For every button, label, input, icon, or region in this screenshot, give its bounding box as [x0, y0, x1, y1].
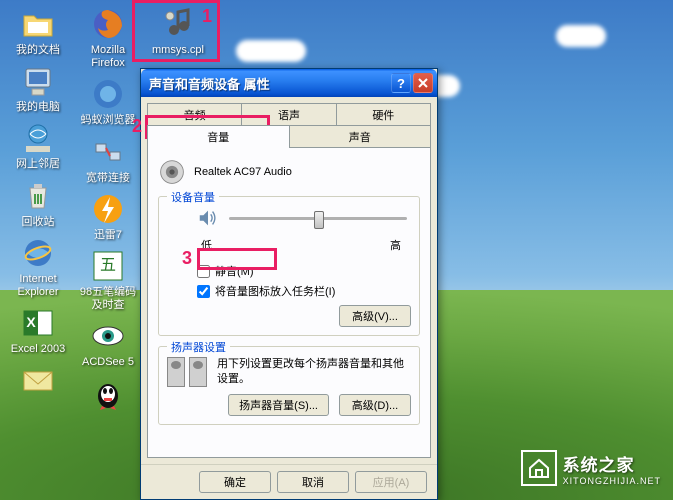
desktop-icon-broadband[interactable]: 宽带连接 [74, 132, 142, 187]
firefox-icon [90, 6, 126, 42]
volume-slider-thumb[interactable] [314, 211, 324, 229]
desktop-icon-mail[interactable] [4, 360, 72, 402]
ie-icon [20, 235, 56, 271]
slider-high-label: 高 [390, 237, 401, 253]
watermark-url: XITONGZHIJIA.NET [563, 476, 661, 486]
advanced-volume-button[interactable]: 高级(V)... [339, 305, 411, 327]
computer-icon [20, 63, 56, 99]
speaker-advanced-button[interactable]: 高级(D)... [339, 394, 411, 416]
speaker-device-icon [158, 158, 186, 186]
close-button[interactable] [413, 73, 433, 93]
device-volume-group: 设备音量 低 高 静音(M) 将音量图标放入任务栏(I) [158, 196, 420, 336]
desktop-icon-qq[interactable] [74, 374, 142, 416]
desktop-icon-firefox[interactable]: Mozilla Firefox [74, 4, 142, 72]
desktop-icon-excel[interactable]: X Excel 2003 [4, 303, 72, 358]
volume-icon [197, 207, 219, 229]
tab-硬件[interactable]: 硬件 [336, 103, 431, 126]
speaker-settings-group: 扬声器设置 用下列设置更改每个扬声器音量和其他设置。 扬声器音量(S)... 高… [158, 346, 420, 425]
taskbar-checkbox-row[interactable]: 将音量图标放入任务栏(I) [167, 283, 411, 299]
titlebar[interactable]: 声音和音频设备 属性 ? [141, 69, 437, 97]
watermark: 系统之家 XITONGZHIJIA.NET [521, 450, 661, 486]
wubi-icon: 五 [90, 248, 126, 284]
taskbar-label: 将音量图标放入任务栏(I) [215, 283, 335, 299]
dialog-title: 声音和音频设备 属性 [145, 74, 389, 93]
apply-button[interactable]: 应用(A) [355, 471, 427, 493]
network-icon [20, 120, 56, 156]
annotation-number-2: 2 [132, 116, 142, 137]
svg-text:X: X [26, 314, 36, 330]
watermark-text: 系统之家 [563, 451, 661, 476]
tab-声音[interactable]: 声音 [289, 125, 432, 148]
icon-label: 迅雷7 [94, 229, 122, 242]
group-title-volume: 设备音量 [167, 189, 219, 205]
tabs-row-front: 音量声音 [147, 125, 431, 148]
tab-语声[interactable]: 语声 [241, 103, 336, 126]
icon-label: 蚂蚁浏览器 [81, 114, 136, 127]
tab-音频[interactable]: 音频 [147, 103, 242, 126]
audio-device-name: Realtek AC97 Audio [194, 166, 292, 178]
icon-label: ACDSee 5 [82, 356, 134, 369]
dual-speaker-icon [167, 357, 207, 387]
desktop-icon-computer[interactable]: 我的电脑 [4, 61, 72, 116]
icon-label: Excel 2003 [11, 343, 65, 356]
icon-label: mmsys.cpl [152, 44, 204, 57]
icon-label: 回收站 [22, 216, 55, 229]
qq-icon [90, 376, 126, 412]
slider-low-label: 低 [201, 237, 212, 253]
mute-checkbox[interactable] [197, 265, 210, 278]
icon-label: 我的电脑 [16, 101, 60, 114]
mmsys-icon [160, 6, 196, 42]
acdsee-icon [90, 318, 126, 354]
speaker-volume-button[interactable]: 扬声器音量(S)... [228, 394, 329, 416]
tab-panel-volume: Realtek AC97 Audio 设备音量 低 高 静音(M) [147, 147, 431, 458]
icon-label: 宽带连接 [86, 172, 130, 185]
recycle-icon [20, 178, 56, 214]
desktop-icon-folder[interactable]: 我的文档 [4, 4, 72, 59]
folder-icon [20, 6, 56, 42]
group-title-speaker: 扬声器设置 [167, 339, 230, 355]
mail-icon [20, 362, 56, 398]
help-button[interactable]: ? [391, 73, 411, 93]
desktop-icon-recycle[interactable]: 回收站 [4, 176, 72, 231]
icon-label: Mozilla Firefox [76, 44, 140, 70]
broadband-icon [90, 134, 126, 170]
tab-音量[interactable]: 音量 [147, 125, 290, 148]
desktop-icon-acdsee[interactable]: ACDSee 5 [74, 316, 142, 371]
annotation-number-3: 3 [182, 248, 192, 269]
watermark-logo-icon [521, 450, 557, 486]
mute-label: 静音(M) [215, 263, 254, 279]
svg-text:五: 五 [100, 257, 116, 274]
icon-label: 我的文档 [16, 44, 60, 57]
desktop-icon-ie[interactable]: Internet Explorer [4, 233, 72, 301]
icon-label: Internet Explorer [6, 273, 70, 299]
ok-button[interactable]: 确定 [199, 471, 271, 493]
sound-properties-dialog: 声音和音频设备 属性 ? 音频语声硬件 音量声音 Realtek AC97 Au… [140, 68, 438, 500]
thunder-icon [90, 191, 126, 227]
tabs-row-back: 音频语声硬件 [147, 103, 431, 126]
annotation-number-1: 1 [202, 6, 212, 27]
desktop-icon-thunder[interactable]: 迅雷7 [74, 189, 142, 244]
volume-slider[interactable] [229, 217, 407, 220]
desktop-icon-network[interactable]: 网上邻居 [4, 118, 72, 173]
desktop-icon-wubi[interactable]: 五 98五笔编码及时查 [74, 246, 142, 314]
mute-checkbox-row[interactable]: 静音(M) [167, 263, 411, 279]
speaker-description: 用下列设置更改每个扬声器音量和其他设置。 [217, 357, 411, 388]
excel-icon: X [20, 305, 56, 341]
icon-label: 98五笔编码及时查 [76, 286, 140, 312]
icon-label: 网上邻居 [16, 158, 60, 171]
cancel-button[interactable]: 取消 [277, 471, 349, 493]
dialog-buttons: 确定 取消 应用(A) [141, 464, 437, 499]
taskbar-icon-checkbox[interactable] [197, 285, 210, 298]
ant-icon [90, 76, 126, 112]
